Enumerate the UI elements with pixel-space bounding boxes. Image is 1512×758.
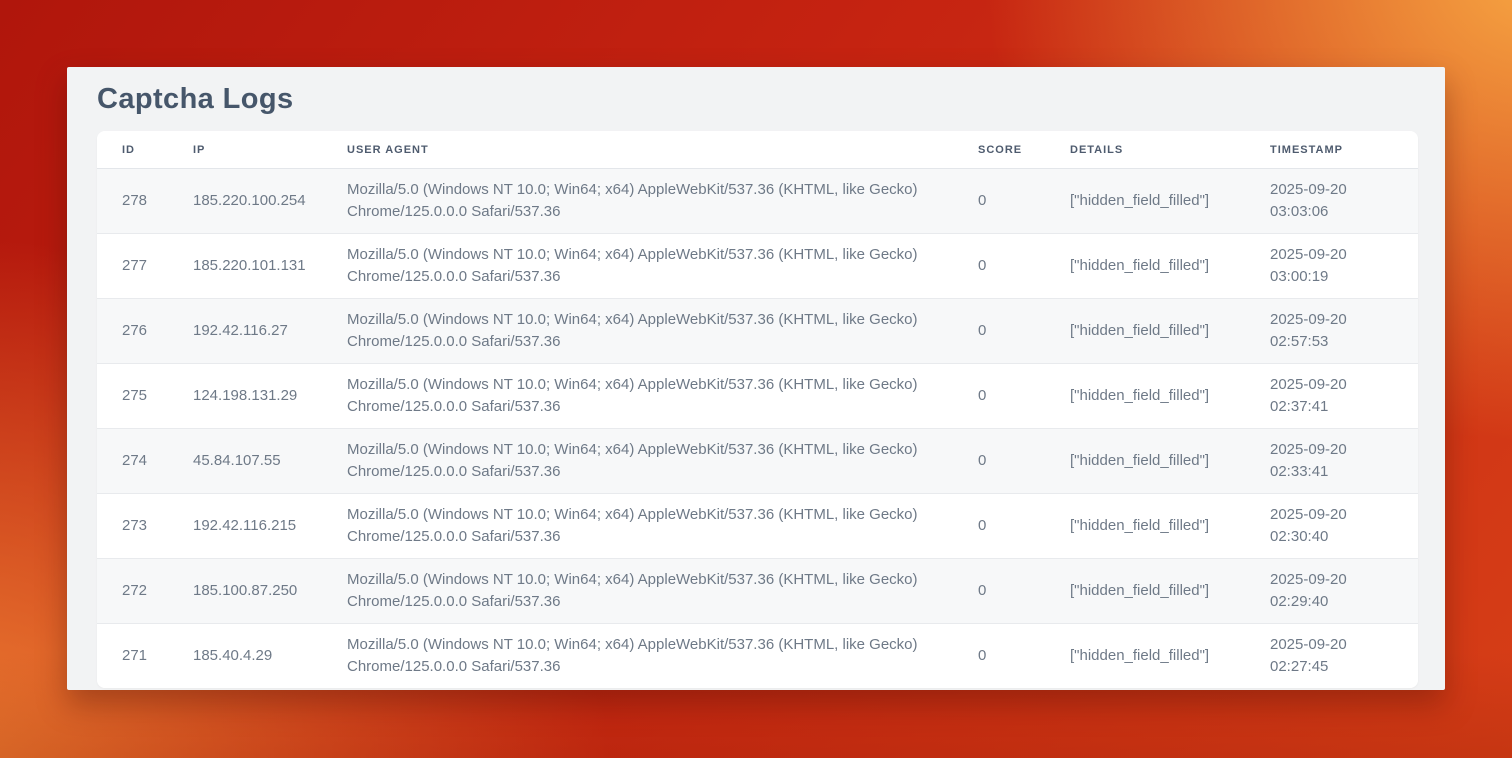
table-row: 275 124.198.131.29 Mozilla/5.0 (Windows … <box>97 364 1418 429</box>
column-header-score: SCORE <box>978 131 1070 169</box>
cell-timestamp: 2025-09-20 02:33:41 <box>1270 429 1418 494</box>
cell-details: ["hidden_field_filled"] <box>1070 624 1270 689</box>
table-row: 274 45.84.107.55 Mozilla/5.0 (Windows NT… <box>97 429 1418 494</box>
cell-score: 0 <box>978 364 1070 429</box>
column-header-user-agent: USER AGENT <box>347 131 978 169</box>
cell-score: 0 <box>978 299 1070 364</box>
captcha-logs-card: Captcha Logs ID IP USER AGENT SCORE DETA… <box>67 67 1445 690</box>
cell-id: 277 <box>97 234 193 299</box>
cell-id: 273 <box>97 494 193 559</box>
cell-score: 0 <box>978 234 1070 299</box>
cell-details: ["hidden_field_filled"] <box>1070 299 1270 364</box>
table-row: 276 192.42.116.27 Mozilla/5.0 (Windows N… <box>97 299 1418 364</box>
cell-user-agent: Mozilla/5.0 (Windows NT 10.0; Win64; x64… <box>347 494 978 559</box>
cell-user-agent: Mozilla/5.0 (Windows NT 10.0; Win64; x64… <box>347 364 978 429</box>
cell-ip: 124.198.131.29 <box>193 364 347 429</box>
cell-user-agent: Mozilla/5.0 (Windows NT 10.0; Win64; x64… <box>347 299 978 364</box>
table-row: 272 185.100.87.250 Mozilla/5.0 (Windows … <box>97 559 1418 624</box>
cell-timestamp: 2025-09-20 02:30:40 <box>1270 494 1418 559</box>
page-background: { "page": { "title": "Captcha Logs" }, "… <box>0 0 1512 758</box>
cell-user-agent: Mozilla/5.0 (Windows NT 10.0; Win64; x64… <box>347 169 978 234</box>
cell-timestamp: 2025-09-20 02:27:45 <box>1270 624 1418 689</box>
cell-timestamp: 2025-09-20 02:57:53 <box>1270 299 1418 364</box>
column-header-timestamp: TIMESTAMP <box>1270 131 1418 169</box>
cell-id: 275 <box>97 364 193 429</box>
logs-table: ID IP USER AGENT SCORE DETAILS TIMESTAMP… <box>97 131 1418 688</box>
cell-ip: 185.220.100.254 <box>193 169 347 234</box>
table-row: 271 185.40.4.29 Mozilla/5.0 (Windows NT … <box>97 624 1418 689</box>
cell-details: ["hidden_field_filled"] <box>1070 169 1270 234</box>
cell-ip: 192.42.116.27 <box>193 299 347 364</box>
column-header-ip: IP <box>193 131 347 169</box>
cell-id: 274 <box>97 429 193 494</box>
table-row: 273 192.42.116.215 Mozilla/5.0 (Windows … <box>97 494 1418 559</box>
cell-user-agent: Mozilla/5.0 (Windows NT 10.0; Win64; x64… <box>347 429 978 494</box>
page-title: Captcha Logs <box>97 83 294 116</box>
table-row: 277 185.220.101.131 Mozilla/5.0 (Windows… <box>97 234 1418 299</box>
cell-id: 276 <box>97 299 193 364</box>
cell-user-agent: Mozilla/5.0 (Windows NT 10.0; Win64; x64… <box>347 234 978 299</box>
cell-details: ["hidden_field_filled"] <box>1070 234 1270 299</box>
cell-user-agent: Mozilla/5.0 (Windows NT 10.0; Win64; x64… <box>347 624 978 689</box>
table-body: 278 185.220.100.254 Mozilla/5.0 (Windows… <box>97 169 1418 689</box>
logs-table-container: ID IP USER AGENT SCORE DETAILS TIMESTAMP… <box>97 131 1418 688</box>
cell-details: ["hidden_field_filled"] <box>1070 429 1270 494</box>
cell-score: 0 <box>978 169 1070 234</box>
cell-score: 0 <box>978 429 1070 494</box>
cell-details: ["hidden_field_filled"] <box>1070 364 1270 429</box>
cell-timestamp: 2025-09-20 03:00:19 <box>1270 234 1418 299</box>
cell-id: 278 <box>97 169 193 234</box>
table-header-row: ID IP USER AGENT SCORE DETAILS TIMESTAMP <box>97 131 1418 169</box>
cell-ip: 185.100.87.250 <box>193 559 347 624</box>
cell-ip: 192.42.116.215 <box>193 494 347 559</box>
cell-id: 271 <box>97 624 193 689</box>
table-row: 278 185.220.100.254 Mozilla/5.0 (Windows… <box>97 169 1418 234</box>
cell-ip: 185.220.101.131 <box>193 234 347 299</box>
cell-timestamp: 2025-09-20 02:29:40 <box>1270 559 1418 624</box>
cell-ip: 185.40.4.29 <box>193 624 347 689</box>
cell-score: 0 <box>978 559 1070 624</box>
cell-timestamp: 2025-09-20 03:03:06 <box>1270 169 1418 234</box>
cell-user-agent: Mozilla/5.0 (Windows NT 10.0; Win64; x64… <box>347 559 978 624</box>
cell-timestamp: 2025-09-20 02:37:41 <box>1270 364 1418 429</box>
column-header-details: DETAILS <box>1070 131 1270 169</box>
cell-details: ["hidden_field_filled"] <box>1070 559 1270 624</box>
cell-ip: 45.84.107.55 <box>193 429 347 494</box>
cell-id: 272 <box>97 559 193 624</box>
cell-score: 0 <box>978 624 1070 689</box>
cell-score: 0 <box>978 494 1070 559</box>
column-header-id: ID <box>97 131 193 169</box>
cell-details: ["hidden_field_filled"] <box>1070 494 1270 559</box>
